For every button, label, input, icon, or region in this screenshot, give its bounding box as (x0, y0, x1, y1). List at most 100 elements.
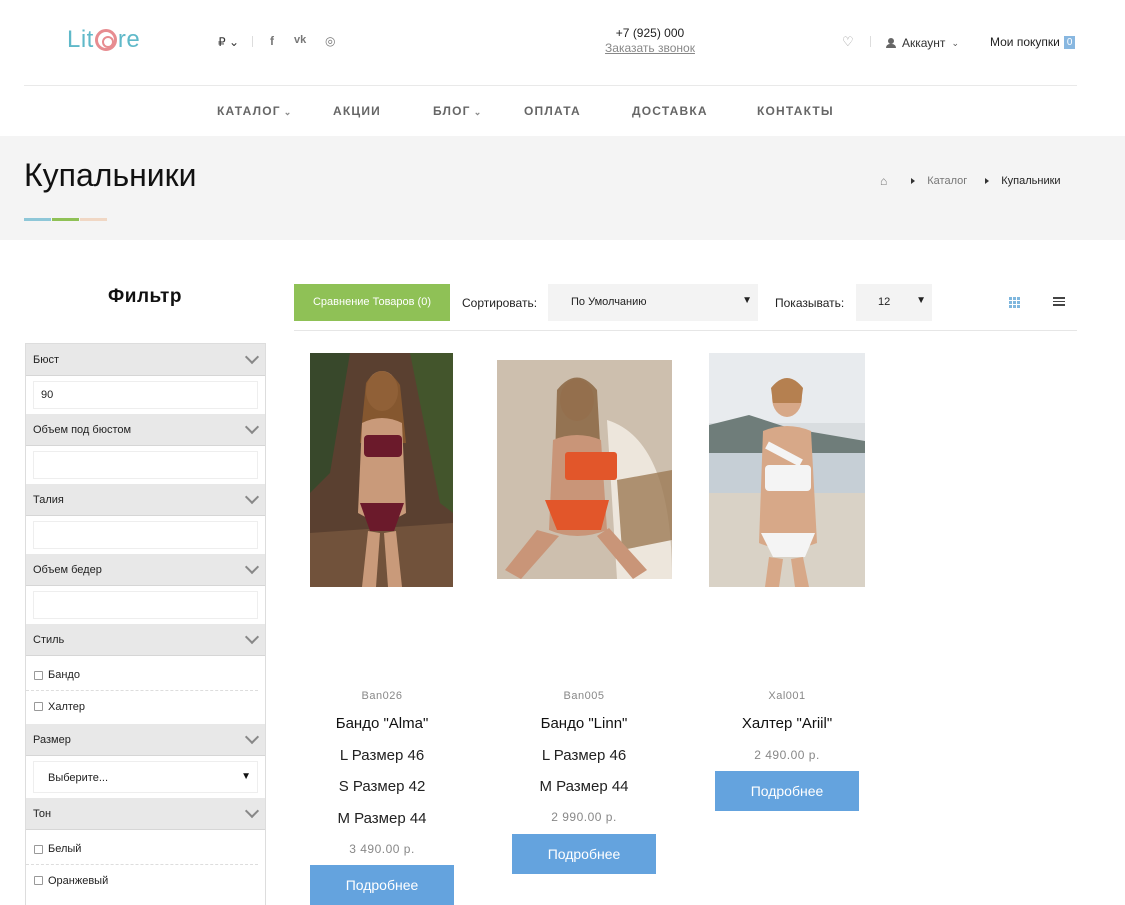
option-label: Оранжевый (48, 874, 109, 887)
checkbox[interactable] (34, 876, 43, 885)
product-price: 3 490.00 р. (349, 842, 415, 856)
currency-symbol: ₽ (218, 35, 226, 49)
compare-products-button[interactable]: Сравнение Товаров (0) (294, 284, 450, 321)
wishlist-heart-icon[interactable]: ♡ (842, 34, 854, 50)
waist-input[interactable] (33, 521, 258, 549)
filter-group-hips[interactable]: Объем бедер (26, 554, 265, 586)
product-name[interactable]: Бандо "Alma" (282, 715, 482, 732)
checkbox[interactable] (34, 844, 43, 854)
size-select-value: Выберите... (48, 772, 109, 784)
logo-text-start: Lit (67, 26, 94, 53)
breadcrumb: ⌂ Каталог Купальники (880, 174, 1061, 188)
home-icon[interactable]: ⌂ (880, 174, 887, 188)
product-variant: S Размер 42 (338, 778, 426, 795)
sort-value: По Умолчанию (571, 296, 647, 308)
details-button[interactable]: Подробнее (310, 865, 454, 905)
cart-count-badge: 0 (1063, 35, 1076, 49)
breadcrumb-catalog[interactable]: Каталог (927, 175, 967, 187)
nav-label: АКЦИИ (333, 104, 382, 118)
tone-option-white[interactable]: Белый (26, 834, 258, 865)
sort-label: Сортировать: (462, 296, 538, 310)
product-name[interactable]: Бандо "Linn" (484, 715, 684, 732)
product-sku: Xal001 (768, 690, 806, 702)
product-image[interactable] (709, 353, 865, 587)
dropdown-arrow-icon: ▼ (241, 771, 251, 782)
instagram-icon[interactable]: ◎ (325, 34, 335, 48)
filter-group-label: Размер (33, 734, 71, 746)
phone-number[interactable]: +7 (925) 000 (600, 26, 700, 40)
product-image[interactable] (310, 353, 453, 587)
style-option-halter[interactable]: Халтер (26, 691, 258, 722)
breadcrumb-current: Купальники (1001, 175, 1061, 187)
filter-group-bust[interactable]: Бюст (26, 344, 265, 376)
vk-icon[interactable]: vk (294, 34, 306, 46)
filter-title: Фильтр (108, 286, 182, 307)
chevron-down-icon (246, 491, 258, 503)
currency-selector[interactable]: ₽ ⌄ (218, 35, 239, 49)
chevron-down-icon (246, 805, 258, 817)
style-option-bando[interactable]: Бандо (26, 660, 258, 691)
option-label: Халтер (48, 700, 86, 713)
size-select[interactable]: Выберите... ▼ (33, 761, 258, 793)
underbust-input[interactable] (33, 451, 258, 479)
accent-bar (80, 218, 107, 221)
filter-group-underbust[interactable]: Объем под бюстом (26, 414, 265, 446)
sort-select[interactable]: По Умолчанию ▼ (548, 284, 758, 321)
checkbox[interactable] (34, 702, 43, 711)
accent-bar (52, 218, 79, 221)
details-button[interactable]: Подробнее (512, 834, 656, 874)
option-label: Бандо (48, 669, 80, 681)
grid-view-icon[interactable] (1009, 297, 1020, 308)
filter-group-size[interactable]: Размер (26, 724, 265, 756)
chevron-down-icon (246, 421, 258, 433)
filter-group-label: Объем под бюстом (33, 424, 132, 436)
style-options: Бандо Халтер (26, 656, 265, 724)
header-divider (24, 85, 1077, 86)
product-variant: M Размер 44 (337, 810, 427, 827)
facebook-icon[interactable]: f (270, 34, 274, 48)
tone-option-orange[interactable]: Оранжевый (26, 865, 258, 896)
filter-group-label: Талия (33, 494, 64, 506)
nav-item-catalog[interactable]: КАТАЛОГ ⌄ (217, 104, 293, 118)
accent-bar (24, 218, 51, 221)
user-icon (886, 38, 896, 48)
nav-item-contacts[interactable]: КОНТАКТЫ (757, 104, 834, 118)
nav-item-promotions[interactable]: АКЦИИ (333, 104, 381, 118)
filter-group-style[interactable]: Стиль (26, 624, 265, 656)
filter-panel: Бюст 90 Объем под бюстом Талия Объем бед… (25, 343, 266, 905)
callback-link[interactable]: Заказать звонок (600, 41, 700, 55)
show-count-value: 12 (878, 296, 891, 308)
nav-item-blog[interactable]: БЛОГ ⌄ (433, 104, 482, 118)
nav-label: ДОСТАВКА (632, 104, 708, 118)
nav-label: БЛОГ (433, 104, 471, 118)
product-variant: M Размер 44 (539, 778, 629, 795)
nav-label: КАТАЛОГ (217, 104, 281, 118)
cart-link[interactable]: Мои покупки 0 (990, 35, 1076, 49)
product-variant: L Размер 46 (339, 747, 425, 764)
caret-right-icon (985, 178, 990, 184)
product-image[interactable] (497, 360, 672, 579)
product-variant: L Размер 46 (541, 747, 627, 764)
title-accent-bars (24, 218, 108, 221)
filter-group-label: Тон (33, 808, 52, 820)
hips-input[interactable] (33, 591, 258, 619)
product-sku: Ban005 (563, 690, 605, 702)
filter-group-tone[interactable]: Тон (26, 798, 265, 830)
nav-label: ОПЛАТА (524, 104, 581, 118)
product-name[interactable]: Халтер "Ariil" (687, 715, 887, 732)
nav-item-delivery[interactable]: ДОСТАВКА (632, 104, 708, 118)
chevron-down-icon: ⌄ (951, 37, 959, 48)
show-count-select[interactable]: 12 ▼ (856, 284, 932, 321)
account-menu[interactable]: Аккаунт ⌄ (886, 36, 959, 50)
filter-group-waist[interactable]: Талия (26, 484, 265, 516)
filter-body (26, 586, 265, 624)
bust-input[interactable]: 90 (33, 381, 258, 409)
nav-item-payment[interactable]: ОПЛАТА (524, 104, 581, 118)
site-logo[interactable]: Lit re (67, 26, 140, 54)
show-count-label: Показывать: (775, 296, 845, 310)
checkbox[interactable] (34, 670, 43, 680)
product-sku: Ban026 (361, 690, 403, 702)
details-button[interactable]: Подробнее (715, 771, 859, 811)
list-view-icon[interactable] (1053, 297, 1065, 306)
cart-label: Мои покупки (990, 35, 1060, 49)
